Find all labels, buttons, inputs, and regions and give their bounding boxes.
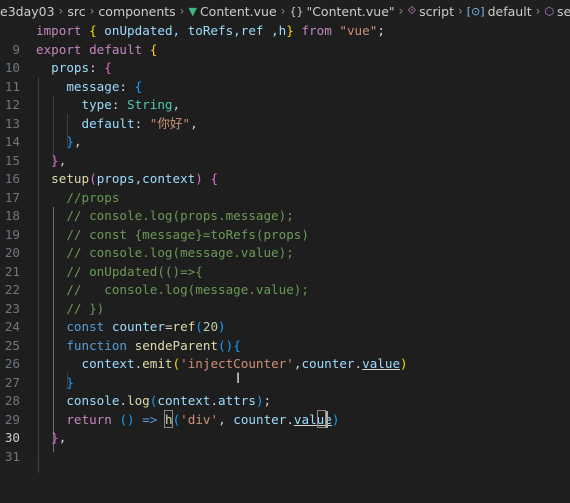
token: type	[81, 97, 112, 112]
code-line-active[interactable]: 30 return () => h('div', counter.value)	[0, 411, 570, 446]
token: return	[66, 411, 112, 427]
token: log	[127, 393, 150, 408]
bracket-match-highlight	[164, 410, 173, 428]
chevron-right-icon: ›	[89, 4, 95, 18]
default-symbol-icon: [⊙]	[466, 4, 485, 18]
token: String	[127, 97, 173, 112]
token: onUpdated, toRefs,ref ,h	[104, 23, 287, 38]
chevron-right-icon: ›	[457, 4, 463, 18]
token: 'injectCounter'	[180, 356, 294, 371]
token: 20	[202, 319, 219, 334]
text-cursor	[326, 411, 328, 428]
breadcrumb-components[interactable]: components	[98, 4, 175, 19]
token: // })	[66, 300, 105, 316]
token: function	[66, 337, 128, 353]
code-line[interactable]: 28 }	[0, 374, 570, 409]
code-line[interactable]: 22 // onUpdated(()=>{	[0, 263, 570, 298]
token: attrs	[218, 393, 256, 408]
braces-icon: {}	[289, 4, 304, 18]
token: context	[157, 393, 211, 408]
token: counter	[301, 356, 355, 371]
code-line[interactable]: 20 // const {message}=toRefs(props)	[0, 226, 570, 261]
code-line[interactable]: 27 context.emit('injectCounter',counter.…	[0, 355, 570, 390]
token: default	[81, 115, 135, 131]
code-line[interactable]: 18 //props	[0, 189, 570, 224]
token: emit	[142, 356, 173, 371]
code-editor[interactable]: 9 import { onUpdated, toRefs,ref ,h} fro…	[0, 22, 570, 473]
token: // console.log(message.value);	[66, 245, 294, 260]
token: const	[66, 319, 105, 334]
token: sendeParent	[134, 337, 219, 353]
breadcrumb-src[interactable]: src	[67, 4, 85, 19]
chevron-right-icon: ›	[280, 4, 286, 18]
line-number: 31	[4, 448, 20, 464]
chevron-right-icon: ›	[179, 4, 185, 18]
method-cube-icon: ⬡	[544, 4, 555, 18]
breadcrumb-root[interactable]: e3day03	[0, 4, 55, 19]
script-tag-icon: ⟐	[407, 4, 417, 17]
code-line[interactable]: 19 // console.log(props.message);	[0, 207, 570, 242]
code-line[interactable]: 25 const counter=ref(20)	[0, 318, 570, 353]
code-line[interactable]: 10 export default {	[0, 41, 570, 76]
token: ref	[172, 319, 196, 334]
code-line[interactable]: 21 // console.log(message.value);	[0, 244, 570, 279]
token: // console.log(props.message);	[66, 208, 294, 223]
vue-file-icon: ▼	[188, 4, 197, 18]
code-line[interactable]: 23 // console.log(message.value);	[0, 281, 570, 316]
token: message	[66, 78, 120, 94]
token: console	[66, 393, 120, 408]
code-line[interactable]: 12 message: {	[0, 78, 570, 113]
code-line[interactable]: 31 },	[0, 429, 570, 464]
token: export	[36, 41, 82, 57]
token: // onUpdated(()=>{	[66, 263, 203, 279]
chevron-right-icon: ›	[535, 4, 541, 18]
token: props	[51, 60, 90, 75]
chevron-right-icon: ›	[398, 4, 404, 18]
token: from	[301, 23, 332, 38]
breadcrumb-component[interactable]: "Content.vue"	[306, 4, 394, 19]
token: // console.log(message.value);	[66, 282, 309, 297]
token: default	[89, 41, 143, 57]
token: props,context	[96, 171, 196, 186]
token: context	[81, 356, 135, 371]
code-line[interactable]: 26 function sendeParent(){	[0, 337, 570, 372]
breadcrumb-default[interactable]: default	[488, 4, 532, 19]
chevron-right-icon: ›	[58, 4, 64, 18]
code-line[interactable]: 17 setup(props,context) {	[0, 170, 570, 205]
token: counter	[233, 411, 287, 427]
token: counter	[111, 319, 165, 334]
breadcrumb-script[interactable]: script	[419, 4, 454, 19]
code-line[interactable]: 13 type: String,	[0, 96, 570, 131]
token: value	[362, 356, 401, 371]
breadcrumb: e3day03 › src › components › ▼ Content.v…	[0, 0, 570, 22]
breadcrumb-setup[interactable]: setup	[557, 4, 570, 19]
token: "vue"	[339, 23, 378, 38]
token: "你好"	[149, 115, 191, 131]
token: setup	[51, 171, 90, 186]
breadcrumb-file[interactable]: Content.vue	[200, 4, 277, 19]
code-line[interactable]: 29 console.log(context.attrs);	[0, 392, 570, 427]
bracket-match-highlight	[317, 410, 326, 428]
code-line[interactable]: 11 props: {	[0, 59, 570, 94]
code-line[interactable]: 24 // })	[0, 300, 570, 335]
token: //props	[66, 189, 120, 205]
code-line[interactable]: 14 default: "你好",	[0, 115, 570, 150]
code-line[interactable]: 16 },	[0, 152, 570, 187]
code-line[interactable]: 15 },	[0, 133, 570, 168]
code-line[interactable]: 9 import { onUpdated, toRefs,ref ,h} fro…	[0, 22, 570, 57]
mouse-ibeam-cursor-icon: I	[236, 371, 241, 387]
token: // const {message}=toRefs(props)	[66, 226, 309, 242]
token: 'div'	[180, 411, 219, 427]
token: import	[36, 23, 82, 38]
